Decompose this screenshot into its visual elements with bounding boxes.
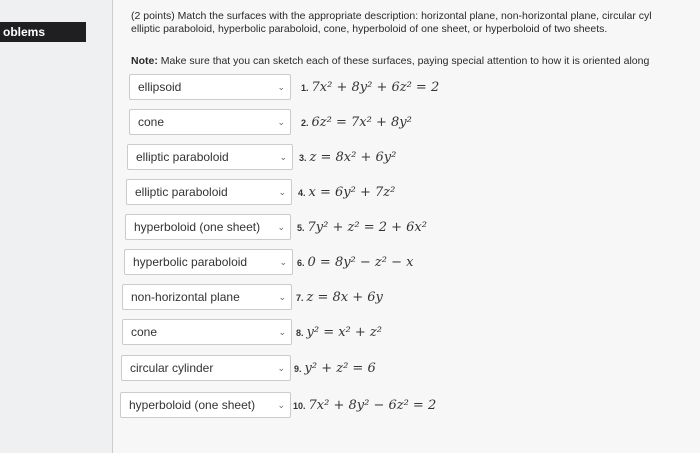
chevron-down-icon: ⌄ <box>277 363 285 373</box>
equation-9: 9. y² + z² = 6 <box>294 360 376 376</box>
chevron-down-icon: ⌄ <box>277 117 285 127</box>
answer-select-value: circular cylinder <box>130 361 214 375</box>
chevron-down-icon: ⌄ <box>279 152 287 162</box>
note-text: Note: Make sure that you can sketch each… <box>131 55 700 67</box>
equation-number: 8. <box>296 328 304 338</box>
equation-8: 8. y² = x² + z² <box>296 324 382 340</box>
equation-number: 5. <box>297 223 305 233</box>
answer-select-value: cone <box>131 325 158 339</box>
answer-select-6[interactable]: hyperbolic paraboloid ⌄ <box>124 249 293 275</box>
answer-select-5[interactable]: hyperboloid (one sheet) ⌄ <box>125 214 291 240</box>
equation-text: x = 6y² + 7z² <box>308 185 396 200</box>
answer-select-7[interactable]: non-horizontal plane ⌄ <box>122 284 292 310</box>
answer-select-value: elliptic paraboloid <box>136 150 229 164</box>
answer-select-8[interactable]: cone ⌄ <box>122 319 292 345</box>
answer-select-value: hyperbolic paraboloid <box>133 255 248 269</box>
answer-select-value: hyperboloid (one sheet) <box>134 220 261 234</box>
question-line-1: (2 points) Match the surfaces with the a… <box>131 10 652 22</box>
equation-3: 3. z = 8x² + 6y² <box>299 149 396 165</box>
answer-select-4[interactable]: elliptic paraboloid ⌄ <box>126 179 292 205</box>
equation-4: 4. x = 6y² + 7z² <box>298 184 395 200</box>
answer-select-3[interactable]: elliptic paraboloid ⌄ <box>127 144 293 170</box>
equation-text: y² = x² + z² <box>306 325 382 340</box>
chevron-down-icon: ⌄ <box>279 257 287 267</box>
chevron-down-icon: ⌄ <box>277 82 285 92</box>
equation-text: 7x² + 8y² − 6z² = 2 <box>308 398 437 413</box>
problems-tab[interactable]: oblems <box>0 22 86 42</box>
chevron-down-icon: ⌄ <box>278 327 286 337</box>
question-line-2: elliptic paraboloid, hyperbolic parabolo… <box>131 23 608 35</box>
chevron-down-icon: ⌄ <box>277 222 285 232</box>
equation-number: 7. <box>296 293 304 303</box>
answer-select-2[interactable]: cone ⌄ <box>129 109 291 135</box>
answer-select-value: ellipsoid <box>138 80 182 94</box>
sidebar-divider <box>112 0 113 453</box>
chevron-down-icon: ⌄ <box>277 400 285 410</box>
equation-6: 6. 0 = 8y² − z² − x <box>297 254 413 270</box>
question-text: (2 points) Match the surfaces with the a… <box>131 10 700 36</box>
equation-number: 3. <box>299 153 307 163</box>
equation-text: y² + z² = 6 <box>304 361 376 376</box>
answer-select-value: cone <box>138 115 165 129</box>
equation-number: 10. <box>293 401 306 411</box>
equation-number: 1. <box>301 83 309 93</box>
equation-1: 1. 7x² + 8y² + 6z² = 2 <box>301 79 439 95</box>
equation-text: z = 8x + 6y <box>306 290 383 305</box>
equation-number: 9. <box>294 364 302 374</box>
equation-number: 4. <box>298 188 306 198</box>
note-prefix: Note: <box>131 55 158 67</box>
left-sidebar <box>0 0 112 453</box>
equation-text: 6z² = 7x² + 8y² <box>311 115 412 130</box>
equation-10: 10. 7x² + 8y² − 6z² = 2 <box>293 397 436 413</box>
answer-select-1[interactable]: ellipsoid ⌄ <box>129 74 291 100</box>
answer-select-value: hyperboloid (one sheet) <box>129 398 256 412</box>
equation-text: 7y² + z² = 2 + 6x² <box>307 220 427 235</box>
equation-text: 0 = 8y² − z² − x <box>307 255 414 270</box>
answer-select-value: non-horizontal plane <box>131 290 240 304</box>
equation-text: z = 8x² + 6y² <box>309 150 397 165</box>
note-body: Make sure that you can sketch each of th… <box>157 55 650 67</box>
chevron-down-icon: ⌄ <box>278 187 286 197</box>
answer-select-10[interactable]: hyperboloid (one sheet) ⌄ <box>120 392 291 418</box>
chevron-down-icon: ⌄ <box>278 292 286 302</box>
answer-select-9[interactable]: circular cylinder ⌄ <box>121 355 291 381</box>
equation-number: 2. <box>301 118 309 128</box>
equation-7: 7. z = 8x + 6y <box>296 289 383 305</box>
answer-select-value: elliptic paraboloid <box>135 185 228 199</box>
equation-5: 5. 7y² + z² = 2 + 6x² <box>297 219 427 235</box>
equation-number: 6. <box>297 258 305 268</box>
equation-2: 2. 6z² = 7x² + 8y² <box>301 114 412 130</box>
equation-text: 7x² + 8y² + 6z² = 2 <box>311 80 440 95</box>
